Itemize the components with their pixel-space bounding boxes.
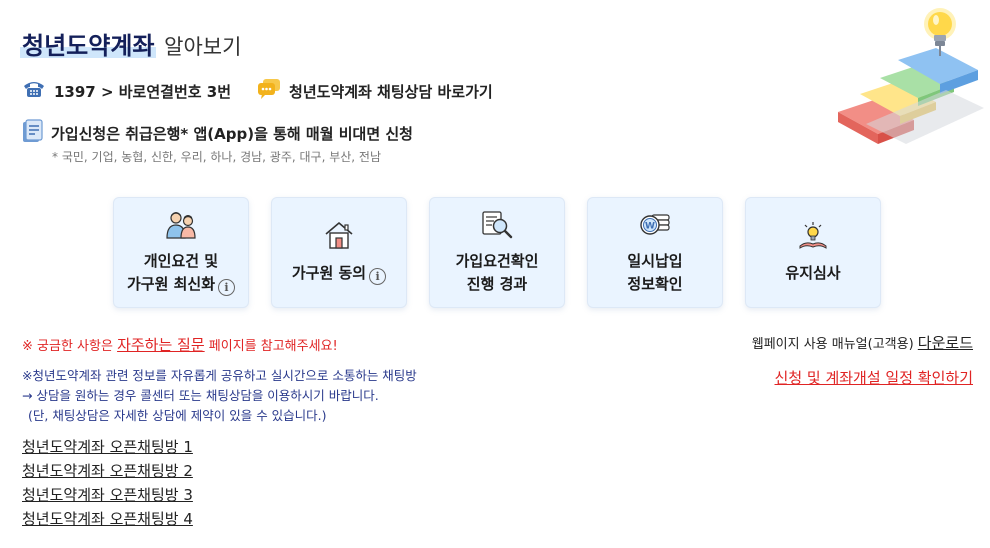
open-chat-link-3[interactable]: 청년도약계좌 오픈채팅방 3 (22, 483, 193, 507)
apply-info-text: 가입신청은 취급은행* 앱(App)을 통해 매월 비대면 신청 (51, 124, 413, 143)
open-chat-links: 청년도약계좌 오픈채팅방 1 청년도약계좌 오픈채팅방 2 청년도약계좌 오픈채… (22, 435, 193, 531)
bank-list-note: * 국민, 기업, 농협, 신한, 우리, 하나, 경남, 광주, 대구, 부산… (52, 150, 381, 164)
note-line: ※청년도약계좌 관련 정보를 자유롭게 공유하고 실시간으로 소통하는 채팅방 (22, 368, 417, 383)
card-eligibility-progress[interactable]: 가입요건확인 진행 경과 (429, 197, 565, 308)
contact-row: 1397 > 바로연결번호 3번 청년도약계좌 채팅상담 바로가기 (22, 78, 493, 104)
house-icon (323, 220, 355, 257)
page-title-brand: 청년도약계좌 (22, 32, 155, 60)
manual-download-link[interactable]: 다운로드 (918, 334, 973, 352)
page-title: 청년도약계좌 알아보기 (22, 26, 241, 61)
faq-prefix: ※ 궁금한 사항은 (22, 339, 118, 354)
card-label-line1: 개인요건 및 (143, 251, 219, 270)
open-chat-link-4[interactable]: 청년도약계좌 오픈채팅방 4 (22, 507, 193, 531)
open-chat-link-2[interactable]: 청년도약계좌 오픈채팅방 2 (22, 459, 193, 483)
chat-bubble-icon (257, 78, 281, 104)
manual-label: 웹페이지 사용 매뉴얼(고객용) (751, 337, 918, 352)
card-label-line1: 일시납입 (627, 251, 683, 270)
phone-number-text: 1397 > 바로연결번호 3번 (54, 82, 232, 101)
card-label-line1: 유지심사 (785, 263, 841, 282)
menu-cards: 개인요건 및 가구원 최신화 i 가구원 동의 i 가입요건확인 진행 경과 W… (113, 197, 881, 308)
info-icon[interactable]: i (218, 279, 236, 297)
card-label-line1: 가입요건확인 (455, 251, 539, 270)
card-label-line1: 가구원 동의 (291, 263, 367, 282)
family-icon (164, 209, 198, 246)
info-icon[interactable]: i (369, 267, 387, 285)
document-icon (22, 119, 44, 147)
reading-lamp-icon (796, 220, 830, 257)
page-title-sub: 알아보기 (164, 35, 242, 59)
chat-consult-link[interactable]: 청년도약계좌 채팅상담 바로가기 (257, 78, 493, 104)
apply-info-row: 가입신청은 취급은행* 앱(App)을 통해 매월 비대면 신청 (22, 119, 413, 147)
note-line: (단, 채팅상담은 자세한 상담에 제약이 있을 수 있습니다.) (28, 408, 327, 423)
open-chat-link-1[interactable]: 청년도약계좌 오픈채팅방 1 (22, 435, 193, 459)
chat-consult-label: 청년도약계좌 채팅상담 바로가기 (289, 82, 493, 101)
phone-icon (22, 79, 46, 103)
open-chat-notes: ※청년도약계좌 관련 정보를 자유롭게 공유하고 실시간으로 소통하는 채팅방 … (22, 366, 417, 426)
card-label-line2: 진행 경과 (466, 275, 528, 294)
card-household-consent[interactable]: 가구원 동의 i (271, 197, 407, 308)
card-maintenance-review[interactable]: 유지심사 (745, 197, 881, 308)
card-label: 일시납입 정보확인 (627, 250, 682, 297)
card-label: 가구원 동의 i (291, 262, 387, 285)
stairs-lightbulb-illustration (836, 4, 988, 154)
card-label: 유지심사 (785, 262, 840, 285)
coin-stack-icon: W (638, 209, 672, 246)
schedule-check-link[interactable]: 신청 및 계좌개설 일정 확인하기 (775, 367, 973, 388)
faq-link[interactable]: 자주하는 질문 (117, 336, 205, 354)
card-label: 개인요건 및 가구원 최신화 i (126, 250, 236, 297)
document-search-icon (480, 209, 514, 246)
card-personal-update[interactable]: 개인요건 및 가구원 최신화 i (113, 197, 249, 308)
card-label-line2: 정보확인 (627, 275, 683, 294)
manual-download-row: 웹페이지 사용 매뉴얼(고객용) 다운로드 (752, 332, 973, 353)
faq-notice: ※ 궁금한 사항은 자주하는 질문 페이지를 참고해주세요! (22, 334, 338, 355)
card-label: 가입요건확인 진행 경과 (456, 250, 539, 297)
card-lump-sum-info[interactable]: W 일시납입 정보확인 (587, 197, 723, 308)
svg-text:W: W (645, 221, 655, 231)
card-label-line2: 가구원 최신화 (126, 275, 216, 294)
faq-suffix: 페이지를 참고해주세요! (204, 339, 338, 354)
note-line: → 상담을 원하는 경우 콜센터 또는 채팅상담을 이용하시기 바랍니다. (22, 388, 379, 403)
